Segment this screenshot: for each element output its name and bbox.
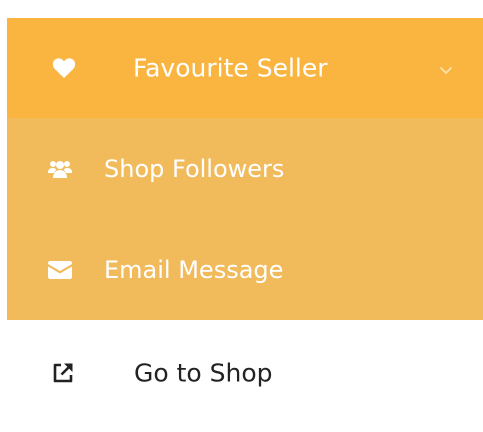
shop-followers-label: Shop Followers: [104, 154, 285, 183]
favourite-seller-label: Favourite Seller: [133, 53, 328, 83]
sidebar-menu: Favourite Seller Shop Followers Email Me…: [7, 18, 483, 426]
email-message-label: Email Message: [104, 255, 284, 284]
favourite-seller-menu-toggle[interactable]: Favourite Seller: [7, 18, 483, 118]
go-to-shop-link[interactable]: Go to Shop: [7, 320, 483, 426]
favourite-seller-submenu: Shop Followers Email Message: [7, 118, 483, 320]
go-to-shop-label: Go to Shop: [134, 358, 273, 388]
submenu-item-shop-followers[interactable]: Shop Followers: [7, 118, 483, 219]
external-link-icon: [51, 361, 75, 385]
chevron-down-icon[interactable]: [439, 61, 453, 74]
envelope-icon: [48, 258, 72, 282]
users-icon: [48, 157, 72, 181]
heart-icon: [51, 55, 77, 81]
submenu-item-email-message[interactable]: Email Message: [7, 219, 483, 320]
